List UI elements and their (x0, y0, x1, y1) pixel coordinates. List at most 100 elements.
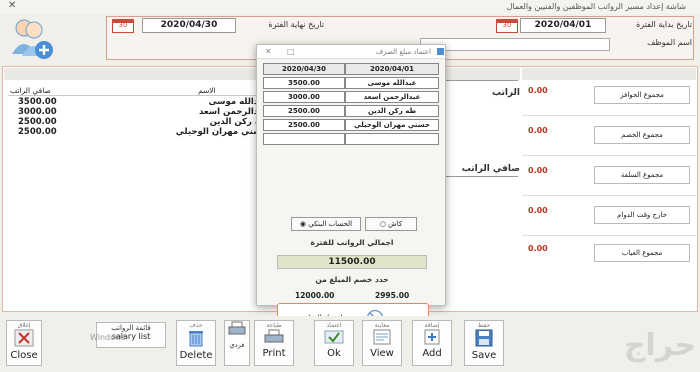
grid-amount: 2500.00 (263, 105, 345, 117)
advance-value: 0.00 (528, 166, 548, 175)
ok-top-label: اعتماد (326, 322, 342, 329)
print-button[interactable]: طباعة Print (254, 320, 294, 366)
view-top-label: معاينة (374, 322, 390, 329)
ok-button[interactable]: اعتماد Ok (314, 320, 354, 366)
period-start-label: تاريخ بداية الفترة (636, 20, 692, 29)
row-amount: 2500.00 (18, 117, 57, 127)
os-activation-watermark: Windows (90, 333, 126, 342)
add-top-label: إضافة (424, 322, 440, 329)
grid-name: عبدالله موسى (345, 77, 439, 89)
cash-option[interactable]: ○ كاش (365, 217, 417, 231)
save-button[interactable]: حفظ Save (464, 320, 504, 366)
close-icon (13, 329, 35, 350)
deduct-from-label: حدد خصم المبلغ من (315, 275, 389, 284)
net-salary-label: صافي الراتب (461, 164, 520, 174)
deduction-value: 0.00 (528, 126, 548, 135)
individual-label: فردي (229, 341, 245, 349)
right-amount: 2995.00 (375, 291, 410, 300)
window-title: شاشة إعداد مسير الرواتب الموظفين والفنيي… (0, 0, 700, 14)
ok-label: Ok (327, 348, 341, 359)
delete-button[interactable]: حذف Delete (176, 320, 216, 366)
delete-label: Delete (179, 350, 213, 361)
add-user-avatar-icon[interactable] (8, 14, 56, 62)
overtime-value: 0.00 (528, 206, 548, 215)
period-end-date[interactable]: 2020/04/30 (142, 18, 236, 33)
employee-label: اسم الموظف (647, 38, 692, 47)
row-amount: 3500.00 (18, 97, 57, 107)
grid-empty (263, 133, 345, 145)
grid-amount: 3500.00 (263, 77, 345, 89)
cash-radio-icon[interactable]: ○ (380, 220, 386, 228)
approve-payment-dialog: اعتماد مبلغ الصرف □ ✕ 2020/04/30 2020/04… (256, 44, 446, 333)
close-top-label: إغلاق (17, 322, 31, 329)
absence-label: مجموع الغياب (594, 244, 690, 262)
view-label: View (370, 348, 394, 359)
printer-small-icon (228, 321, 246, 340)
delete-top-label: حذف (189, 322, 203, 329)
period-end-label: تاريخ نهاية الفترة (268, 20, 324, 29)
grid-amount: 3000.00 (263, 91, 345, 103)
dialog-close-icon[interactable]: ✕ (265, 47, 272, 56)
cash-option-label: كاش (388, 220, 403, 228)
overtime-label: خارج وقت الدوام (594, 206, 690, 224)
printer-icon (264, 329, 284, 348)
summary-item: 0.00 مجموع السلفة (522, 160, 696, 196)
dialog-app-icon (437, 48, 444, 55)
employee-field[interactable] (420, 38, 610, 51)
summary-item: 0.00 مجموع الحوافز (522, 80, 696, 116)
close-label: Close (10, 350, 38, 361)
end-calendar-icon[interactable]: 30 (112, 19, 134, 33)
summary-item: 0.00 مجموع الخصم (522, 120, 696, 156)
net-salary-header: صافي الراتب (10, 86, 51, 95)
start-calendar-icon[interactable]: 30 (496, 19, 518, 33)
left-amount: 12000.00 (295, 291, 335, 300)
row-name: طه ركن الدين (209, 117, 268, 127)
summary-item: 0.00 مجموع الغياب (522, 240, 696, 270)
absence-value: 0.00 (528, 244, 548, 253)
add-icon (422, 329, 442, 348)
view-button[interactable]: معاينة View (362, 320, 402, 366)
summary-panel: 0.00 مجموع الحوافز 0.00 مجموع الخصم 0.00… (522, 80, 696, 270)
grid-name: عبدالرحمن اسعد (345, 91, 439, 103)
row-name: عبدالله موسى (208, 97, 268, 107)
bank-radio-icon[interactable]: ◉ (300, 220, 306, 228)
bank-option[interactable]: ◉ الحساب البنكي (291, 217, 361, 231)
dialog-maximize-icon[interactable]: □ (287, 47, 295, 56)
add-button[interactable]: إضافة Add (412, 320, 452, 366)
grid-header-start: 2020/04/01 (345, 63, 439, 75)
period-start-date[interactable]: 2020/04/01 (520, 18, 606, 33)
incentives-value: 0.00 (528, 86, 548, 95)
print-label: Print (262, 348, 286, 359)
view-icon (372, 329, 392, 348)
individual-button[interactable]: فردي (224, 320, 250, 366)
dialog-title: اعتماد مبلغ الصرف (257, 45, 445, 59)
print-top-label: طباعة (266, 322, 282, 329)
close-button[interactable]: إغلاق Close (6, 320, 42, 366)
grid-name: طه ركن الدين (345, 105, 439, 117)
advance-label: مجموع السلفة (594, 166, 690, 184)
incentives-label: مجموع الحوافز (594, 86, 690, 104)
row-name: حسني مهران الوحيلي (175, 127, 268, 137)
total-salaries-label: اجمالي الرواتب للفترة (310, 238, 394, 247)
row-name: عبدالرحمن اسعد (199, 107, 268, 117)
total-salaries-value: 11500.00 (277, 255, 427, 269)
row-amount: 3000.00 (18, 107, 57, 117)
salary-label: الراتب (491, 88, 520, 98)
middle-divider (446, 80, 518, 81)
bank-option-label: الحساب البنكي (308, 220, 353, 228)
floppy-disk-icon (475, 329, 493, 350)
save-label: Save (471, 350, 497, 361)
summary-item: 0.00 خارج وقت الدوام (522, 200, 696, 236)
row-amount: 2500.00 (18, 127, 57, 137)
deduction-label: مجموع الخصم (594, 126, 690, 144)
summary-header-strip (522, 68, 696, 80)
trash-icon (188, 331, 204, 350)
grid-name: حسني مهران الوحيلي (345, 119, 439, 131)
middle-divider-2 (446, 176, 518, 177)
middle-header-strip (446, 68, 520, 80)
save-top-label: حفظ (477, 322, 491, 329)
site-watermark: حراج (623, 328, 696, 363)
salary-list-top-label: قائمة الرواتب (111, 324, 151, 332)
grid-amount: 2500.00 (263, 119, 345, 131)
close-window-icon[interactable]: ✕ (8, 0, 16, 11)
